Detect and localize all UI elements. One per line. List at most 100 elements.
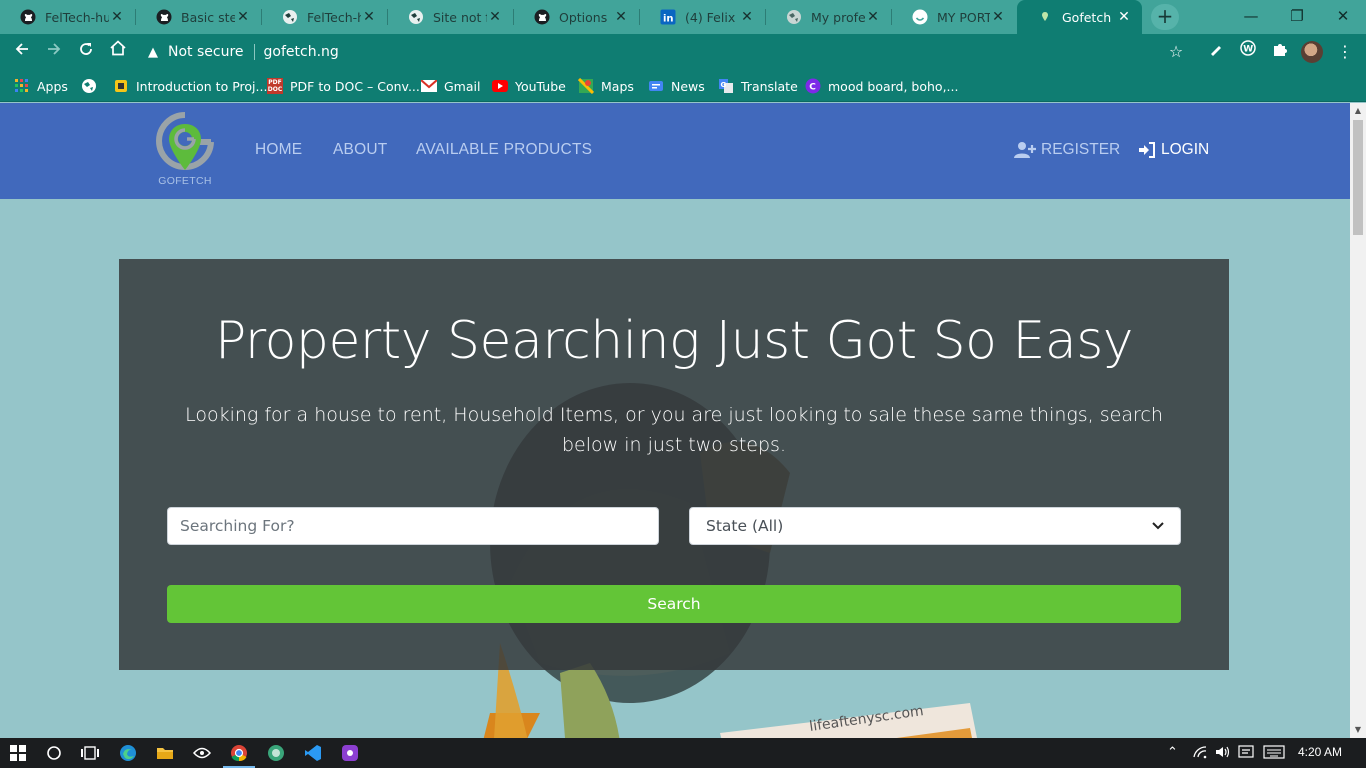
hero-search-panel: Property Searching Just Got So Easy Look… <box>119 259 1229 670</box>
url-text[interactable]: gofetch.ng <box>264 44 339 60</box>
app-purple-icon[interactable] <box>338 741 362 765</box>
close-icon[interactable]: ✕ <box>361 9 377 25</box>
warning-icon[interactable]: ▲ <box>148 45 158 60</box>
logo-text: GOFETCH <box>158 175 212 187</box>
pen-extension-icon[interactable] <box>1203 38 1229 66</box>
chevron-down-icon <box>1152 519 1164 533</box>
gofetch-logo[interactable]: GOFETCH <box>155 112 215 192</box>
sign-in-icon <box>1139 142 1155 158</box>
tab-strip: FelTech-hub ✕ Basic steps ✕ FelTech-hub … <box>0 0 1366 34</box>
vscode-icon[interactable] <box>301 741 325 765</box>
tab-3[interactable]: FelTech-hub ✕ <box>262 0 387 34</box>
tray-chevron-up-icon[interactable]: ⌃ <box>1167 745 1178 760</box>
windows-taskbar: ⌃ 4:20 AM <box>0 738 1366 768</box>
windows-start-icon[interactable] <box>6 741 30 765</box>
tab-6[interactable]: in (4) Felix Ola ✕ <box>640 0 765 34</box>
bookmark-mood-board[interactable]: C mood board, boho,... <box>805 76 958 96</box>
close-icon[interactable]: ✕ <box>109 9 125 25</box>
scrollbar-thumb[interactable] <box>1353 120 1363 235</box>
bookmark-youtube[interactable]: YouTube <box>492 76 566 96</box>
bookmark-maps[interactable]: Maps <box>578 76 634 96</box>
profile-avatar[interactable] <box>1301 41 1323 63</box>
close-icon[interactable]: ✕ <box>235 9 251 25</box>
edge-icon[interactable] <box>116 741 140 765</box>
github-icon <box>534 9 550 25</box>
volume-icon[interactable] <box>1215 745 1231 763</box>
globe-icon <box>81 78 97 94</box>
scroll-up-arrow-icon[interactable]: ▲ <box>1350 103 1366 119</box>
close-icon[interactable]: ✕ <box>990 9 1006 25</box>
home-icon <box>110 40 126 56</box>
scroll-down-arrow-icon[interactable]: ▼ <box>1350 722 1366 738</box>
security-label[interactable]: Not secure <box>168 44 244 60</box>
tab-7[interactable]: My profess ✕ <box>766 0 891 34</box>
notification-icon[interactable] <box>1238 745 1254 763</box>
nav-available-products[interactable]: AVAILABLE PRODUCTS <box>416 141 592 159</box>
search-button[interactable]: Search <box>167 585 1181 623</box>
close-icon[interactable]: ✕ <box>739 9 755 25</box>
wifi-icon[interactable] <box>1192 745 1208 763</box>
site-navbar: GOFETCH HOME ABOUT AVAILABLE PRODUCTS RE… <box>0 103 1350 199</box>
tab-2[interactable]: Basic steps ✕ <box>136 0 261 34</box>
tab-8[interactable]: MY PORTFO ✕ <box>892 0 1016 34</box>
gofetch-icon <box>1037 9 1053 25</box>
gmail-icon <box>421 78 437 94</box>
register-link[interactable]: REGISTER <box>1014 141 1120 159</box>
gofetch-logo-icon <box>156 112 214 170</box>
youtube-icon <box>492 78 508 94</box>
keyboard-icon[interactable] <box>1263 745 1285 763</box>
tab-1[interactable]: FelTech-hub ✕ <box>0 0 135 34</box>
back-arrow-icon <box>15 43 28 55</box>
page-scrollbar[interactable]: ▲ ▼ <box>1350 103 1366 738</box>
reload-button[interactable] <box>72 38 100 66</box>
bookmarks-bar: Apps Introduction to Proj... PDF DOC PDF … <box>0 70 1366 102</box>
bookmark-globe[interactable] <box>81 76 104 96</box>
bookmark-gmail[interactable]: Gmail <box>421 76 480 96</box>
extensions-puzzle-icon[interactable] <box>1267 38 1293 66</box>
file-explorer-icon[interactable] <box>153 741 177 765</box>
tab-4[interactable]: Site not fou ✕ <box>388 0 513 34</box>
bookmark-pdf-to-doc[interactable]: PDF DOC PDF to DOC – Conv... <box>267 76 420 96</box>
minimize-button[interactable]: — <box>1228 0 1274 34</box>
close-icon[interactable]: ✕ <box>613 9 629 25</box>
close-window-button[interactable]: ✕ <box>1320 0 1366 34</box>
tab-5[interactable]: Options ✕ <box>514 0 639 34</box>
linkedin-icon: in <box>660 9 676 25</box>
smile-icon <box>912 9 928 25</box>
search-icon[interactable] <box>42 741 66 765</box>
state-select[interactable]: State (All) <box>689 507 1181 545</box>
restore-button[interactable]: ❐ <box>1274 0 1320 34</box>
globe-icon <box>408 9 424 25</box>
back-button[interactable] <box>8 38 36 66</box>
bookmark-star-icon[interactable]: ☆ <box>1163 38 1189 66</box>
github-icon <box>20 9 36 25</box>
translate-icon: G <box>718 78 734 94</box>
bookmark-translate[interactable]: G Translate <box>718 76 798 96</box>
search-input[interactable] <box>167 507 659 545</box>
app-icon[interactable] <box>190 741 214 765</box>
nav-about[interactable]: ABOUT <box>333 141 387 159</box>
bookmark-news[interactable]: News <box>648 76 705 96</box>
close-icon[interactable]: ✕ <box>1116 9 1132 25</box>
login-link[interactable]: LOGIN <box>1138 141 1209 159</box>
close-icon[interactable]: ✕ <box>865 9 881 25</box>
new-tab-button[interactable]: + <box>1151 4 1179 30</box>
address-bar[interactable]: ▲ Not secure gofetch.ng <box>140 38 1200 66</box>
menu-kebab-icon[interactable]: ⋮ <box>1332 38 1358 66</box>
bookmark-introduction[interactable]: Introduction to Proj... <box>113 76 267 96</box>
page-viewport: lifeaftenysc.com GOFETCH HOME ABOUT AVAI… <box>0 103 1350 738</box>
task-view-icon[interactable] <box>78 741 102 765</box>
nav-home[interactable]: HOME <box>255 141 302 159</box>
svg-text:W: W <box>1243 45 1253 55</box>
tab-gofetch[interactable]: Gofetch | w ✕ <box>1017 0 1142 34</box>
app-green-icon[interactable] <box>264 741 288 765</box>
close-icon[interactable]: ✕ <box>487 9 503 25</box>
taskbar-clock[interactable]: 4:20 AM <box>1298 745 1342 759</box>
bookmark-apps[interactable]: Apps <box>14 76 68 96</box>
chrome-icon[interactable] <box>223 741 255 768</box>
home-button[interactable] <box>104 38 132 66</box>
forward-button[interactable] <box>40 38 68 66</box>
state-select-value: State (All) <box>706 517 784 535</box>
w-extension-icon[interactable]: W <box>1235 38 1261 66</box>
hero-subtitle: Looking for a house to rent, Household I… <box>185 404 1163 456</box>
